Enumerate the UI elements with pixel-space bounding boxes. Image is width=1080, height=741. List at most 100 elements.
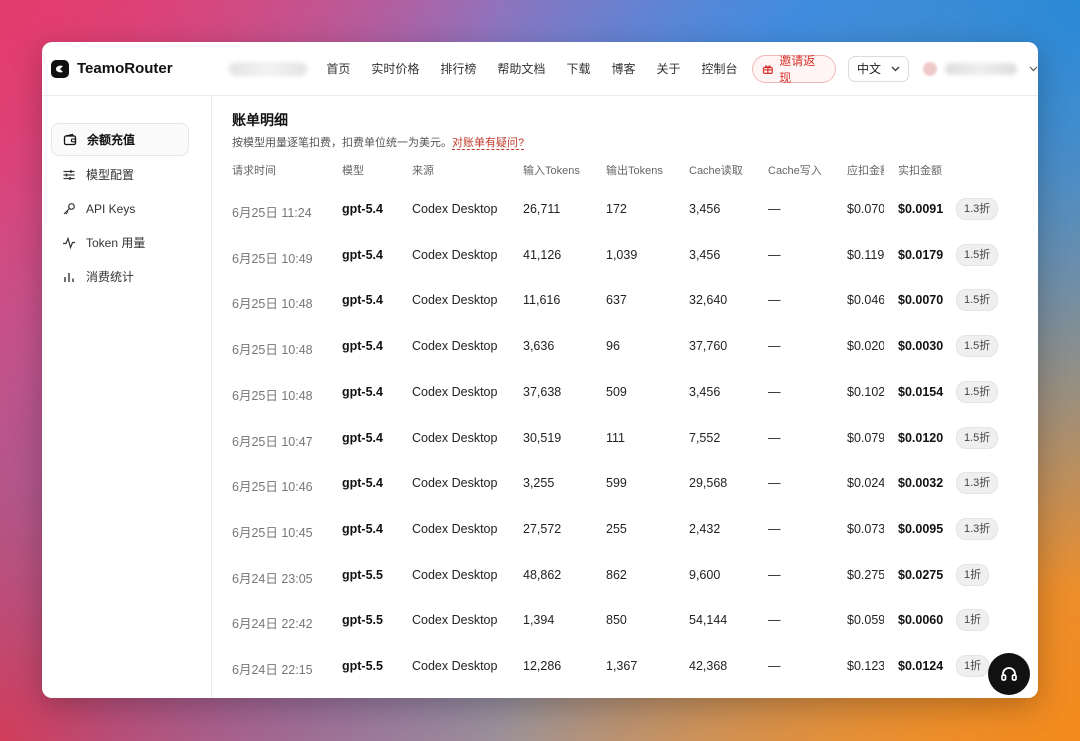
request-time-cell: 6月24日 23:05 — [232, 571, 313, 586]
headset-icon — [1001, 667, 1017, 681]
sidebar-item-spending-stats[interactable]: 消费统计 — [51, 261, 189, 292]
cache-write-cell: — — [768, 521, 781, 536]
nav-blog[interactable]: 博客 — [611, 60, 635, 77]
invite-label: 邀请返现 — [779, 53, 816, 85]
key-icon — [62, 202, 76, 216]
input-tokens-cell: 1,394 — [523, 613, 555, 628]
source-cell: Codex Desktop — [412, 613, 498, 628]
output-tokens-cell: 637 — [606, 293, 627, 308]
output-tokens-cell: 599 — [606, 476, 627, 491]
discount-badge: 1折 — [956, 655, 990, 677]
request-time-cell: 6月25日 10:46 — [232, 480, 313, 495]
page-title: 账单明细 — [232, 112, 288, 128]
input-tokens-cell: 48,862 — [523, 567, 562, 582]
amount-charged-cell: $0.0091 — [898, 202, 944, 216]
language-value: 中文 — [857, 62, 882, 76]
amount-charged-cell: $0.0070 — [898, 293, 944, 308]
request-time-cell: 6月25日 10:49 — [232, 251, 313, 266]
cache-read-cell: 9,600 — [689, 567, 721, 582]
cache-write-cell: — — [768, 613, 781, 628]
invite-cashback-button[interactable]: 邀请返现 — [751, 53, 837, 85]
cache-read-cell: 7,552 — [689, 430, 721, 445]
nav-console[interactable]: 控制台 — [701, 60, 737, 77]
amount-due-cell: $0.119 — [847, 247, 884, 262]
source-cell: Codex Desktop — [412, 659, 498, 673]
sidebar-item-api-keys[interactable]: API Keys — [51, 193, 189, 224]
amount-due-cell: $0.059 — [847, 613, 884, 628]
sidebar-item-label: API Keys — [86, 201, 136, 216]
output-tokens-cell: 96 — [606, 339, 620, 354]
model-cell: gpt-5.5 — [342, 613, 383, 628]
wallet-icon — [63, 133, 77, 147]
sliders-icon — [62, 168, 76, 182]
header-input-tokens: 输入Tokens — [523, 165, 580, 177]
nav-download[interactable]: 下载 — [566, 60, 590, 77]
user-menu[interactable] — [923, 61, 1038, 76]
amount-charged-cell: $0.0032 — [898, 476, 944, 491]
request-time-cell: 6月25日 10:45 — [232, 525, 313, 540]
support-chat-button[interactable] — [988, 653, 1030, 695]
discount-badge: 1.3折 — [956, 517, 999, 540]
input-tokens-cell: 3,255 — [523, 476, 555, 491]
discount-badge: 1.5折 — [956, 289, 999, 312]
amount-due-cell: $0.079 — [847, 430, 884, 445]
table-row: 6月25日 10:48 gpt-5.4 Codex Desktop 3,636 96 37… — [232, 324, 1022, 370]
amount-due-cell: $0.073 — [847, 521, 884, 536]
model-cell: gpt-5.4 — [342, 521, 383, 536]
nav-docs[interactable]: 帮助文档 — [497, 60, 545, 77]
input-tokens-cell: 41,126 — [523, 247, 562, 262]
output-tokens-cell: 111 — [606, 430, 626, 445]
cache-read-cell: 2,432 — [689, 521, 721, 536]
cache-write-cell: — — [768, 430, 781, 445]
cache-write-cell: — — [768, 202, 781, 216]
nav-home[interactable]: 首页 — [326, 60, 350, 77]
discount-badge: 1折 — [956, 563, 990, 586]
input-tokens-cell: 30,519 — [523, 430, 562, 445]
discount-badge: 1.3折 — [956, 472, 999, 495]
brand[interactable]: TeamoRouter — [51, 59, 215, 78]
amount-charged-cell: $0.0060 — [898, 613, 944, 628]
brand-name: TeamoRouter — [77, 60, 173, 77]
source-cell: Codex Desktop — [412, 567, 498, 582]
input-tokens-cell: 12,286 — [523, 659, 562, 673]
output-tokens-cell: 862 — [606, 567, 627, 582]
avatar — [923, 61, 938, 76]
chevron-down-icon — [1029, 66, 1038, 71]
billing-help-link[interactable]: 对账单有疑问? — [452, 137, 525, 150]
amount-charged-cell: $0.0179 — [898, 247, 944, 262]
brand-logo-icon — [51, 59, 69, 78]
nav-about[interactable]: 关于 — [656, 60, 680, 77]
sidebar-item-recharge[interactable]: 余额充值 — [51, 123, 189, 156]
amount-charged-cell: $0.0030 — [898, 339, 944, 354]
amount-due-cell: $0.024 — [847, 476, 884, 491]
cache-write-cell: — — [768, 247, 781, 262]
header-cache-read: Cache读取 — [689, 165, 743, 177]
chevron-down-icon — [891, 66, 900, 71]
output-tokens-cell: 172 — [606, 202, 627, 216]
table-row: 6月25日 10:45 gpt-5.4 Codex Desktop 27,572 255… — [232, 507, 1022, 553]
cache-read-cell: 3,456 — [689, 384, 721, 399]
table-row: 6月24日 23:05 gpt-5.5 Codex Desktop 48,862 862… — [232, 553, 1022, 599]
request-time-cell: 6月25日 10:47 — [232, 434, 313, 449]
amount-due-cell: $0.123 — [847, 659, 884, 673]
discount-badge: 1.5折 — [956, 335, 999, 358]
nav-leaderboard[interactable]: 排行榜 — [440, 60, 476, 77]
language-select[interactable]: 中文 — [848, 55, 910, 82]
main-content: 账单明细 按模型用量逐笔扣费，扣费单位统一为美元。对账单有疑问? 请求时间 模型… — [232, 96, 1038, 698]
cache-write-cell: — — [768, 339, 781, 354]
sidebar: 余额充值 模型配置 API Keys Token 用量 消费统计 — [42, 96, 212, 698]
model-cell: gpt-5.4 — [342, 293, 383, 308]
sidebar-item-model-config[interactable]: 模型配置 — [51, 159, 189, 190]
model-cell: gpt-5.4 — [342, 476, 383, 491]
sidebar-item-label: Token 用量 — [86, 236, 146, 250]
header-request-time: 请求时间 — [232, 165, 276, 177]
redacted-block — [229, 61, 308, 76]
source-cell: Codex Desktop — [412, 247, 498, 262]
table-row: 6月25日 10:48 gpt-5.4 Codex Desktop 11,616 637… — [232, 278, 1022, 324]
subtitle-text: 按模型用量逐笔扣费，扣费单位统一为美元。 — [232, 137, 452, 149]
nav-pricing[interactable]: 实时价格 — [371, 60, 419, 77]
header-model: 模型 — [342, 165, 364, 177]
main-nav: 首页 实时价格 排行榜 帮助文档 下载 博客 关于 控制台 — [326, 60, 758, 77]
discount-badge: 1.5折 — [956, 243, 999, 266]
sidebar-item-token-usage[interactable]: Token 用量 — [51, 227, 189, 258]
